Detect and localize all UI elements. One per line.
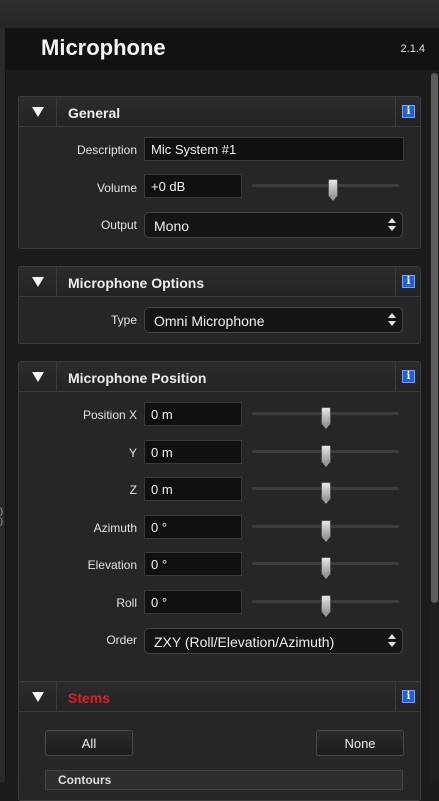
- panel-title: Microphone: [41, 35, 166, 60]
- section-mic-position-header[interactable]: Microphone Position i: [19, 362, 420, 392]
- slider-knob[interactable]: [320, 407, 331, 429]
- section-general-title: General: [68, 105, 121, 121]
- position-z-field[interactable]: 0 m: [144, 477, 242, 501]
- info-button[interactable]: i: [395, 267, 420, 297]
- section-mic-position-title: Microphone Position: [68, 370, 207, 386]
- info-button[interactable]: i: [395, 97, 420, 127]
- position-z-label: Z: [129, 483, 137, 497]
- slider-track: [252, 184, 399, 187]
- collapse-arrow-icon[interactable]: [32, 692, 44, 702]
- slider-knob[interactable]: [320, 520, 331, 542]
- position-y-slider[interactable]: [252, 445, 399, 467]
- azimuth-field[interactable]: 0 °: [144, 515, 242, 539]
- position-x-slider[interactable]: [252, 407, 399, 429]
- updown-arrows-icon: [388, 634, 396, 648]
- description-field[interactable]: Mic System #1: [144, 137, 404, 161]
- output-label: Output: [100, 218, 137, 232]
- volume-field[interactable]: +0 dB: [144, 174, 242, 198]
- header-divider: [56, 267, 57, 297]
- info-icon: i: [402, 105, 415, 118]
- type-select[interactable]: Omni Microphone: [144, 307, 403, 333]
- window-top-bar: [0, 0, 439, 28]
- section-general: General i Description Mic System #1 Volu…: [18, 96, 421, 249]
- info-icon: i: [402, 690, 415, 703]
- contours-subsection-header[interactable]: Contours: [45, 770, 403, 790]
- roll-label: Roll: [116, 596, 137, 610]
- slider-knob[interactable]: [320, 482, 331, 504]
- slider-knob[interactable]: [320, 445, 331, 467]
- section-mic-position: Microphone Position i Position X 0 m Y 0…: [18, 361, 421, 694]
- collapse-arrow-icon[interactable]: [32, 277, 44, 287]
- position-x-label: Position X: [82, 408, 137, 422]
- order-select-value: ZXY (Roll/Elevation/Azimuth): [154, 634, 335, 650]
- slider-knob[interactable]: [320, 595, 331, 617]
- section-mic-options-header[interactable]: Microphone Options i: [19, 267, 420, 297]
- updown-arrows-icon: [388, 218, 396, 232]
- output-select[interactable]: Mono: [144, 212, 403, 238]
- info-button[interactable]: i: [395, 682, 420, 712]
- edge-mark: )): [0, 506, 3, 526]
- all-button[interactable]: All: [45, 730, 133, 756]
- none-button[interactable]: None: [316, 730, 404, 756]
- header-divider: [56, 362, 57, 392]
- elevation-field[interactable]: 0 °: [144, 552, 242, 576]
- section-stems: Stems i All None Contours: [18, 681, 421, 801]
- roll-field[interactable]: 0 °: [144, 590, 242, 614]
- elevation-label: Elevation: [87, 558, 137, 572]
- azimuth-slider[interactable]: [252, 520, 399, 542]
- info-icon: i: [402, 275, 415, 288]
- section-stems-header[interactable]: Stems i: [19, 682, 420, 712]
- section-mic-options: Microphone Options i Type Omni Microphon…: [18, 266, 421, 344]
- section-mic-options-title: Microphone Options: [68, 275, 205, 291]
- scrollbar-thumb[interactable]: [431, 73, 438, 603]
- azimuth-label: Azimuth: [93, 521, 137, 535]
- updown-arrows-icon: [388, 313, 396, 327]
- position-z-slider[interactable]: [252, 482, 399, 504]
- position-y-label: Y: [128, 446, 137, 460]
- type-select-value: Omni Microphone: [154, 313, 265, 329]
- order-label: Order: [106, 633, 137, 647]
- volume-label: Volume: [96, 181, 137, 195]
- elevation-slider[interactable]: [252, 557, 399, 579]
- position-y-field[interactable]: 0 m: [144, 440, 242, 464]
- slider-knob[interactable]: [327, 179, 338, 201]
- header-divider: [56, 682, 57, 712]
- collapse-arrow-icon[interactable]: [32, 372, 44, 382]
- type-label: Type: [110, 313, 137, 327]
- position-x-field[interactable]: 0 m: [144, 402, 242, 426]
- order-select[interactable]: ZXY (Roll/Elevation/Azimuth): [144, 628, 403, 654]
- volume-slider[interactable]: [252, 179, 399, 201]
- microphone-panel: Microphone 2.1.4 General i Description M…: [6, 28, 439, 801]
- info-icon: i: [402, 370, 415, 383]
- section-stems-title: Stems: [68, 690, 111, 706]
- info-button[interactable]: i: [395, 362, 420, 392]
- slider-knob[interactable]: [320, 557, 331, 579]
- roll-slider[interactable]: [252, 595, 399, 617]
- version-label: 2.1.4: [400, 43, 425, 55]
- panel-header: Microphone 2.1.4: [6, 28, 439, 70]
- output-select-value: Mono: [154, 218, 190, 234]
- section-general-header[interactable]: General i: [19, 97, 420, 127]
- header-divider: [56, 97, 57, 127]
- description-label: Description: [76, 143, 137, 157]
- collapse-arrow-icon[interactable]: [32, 107, 44, 117]
